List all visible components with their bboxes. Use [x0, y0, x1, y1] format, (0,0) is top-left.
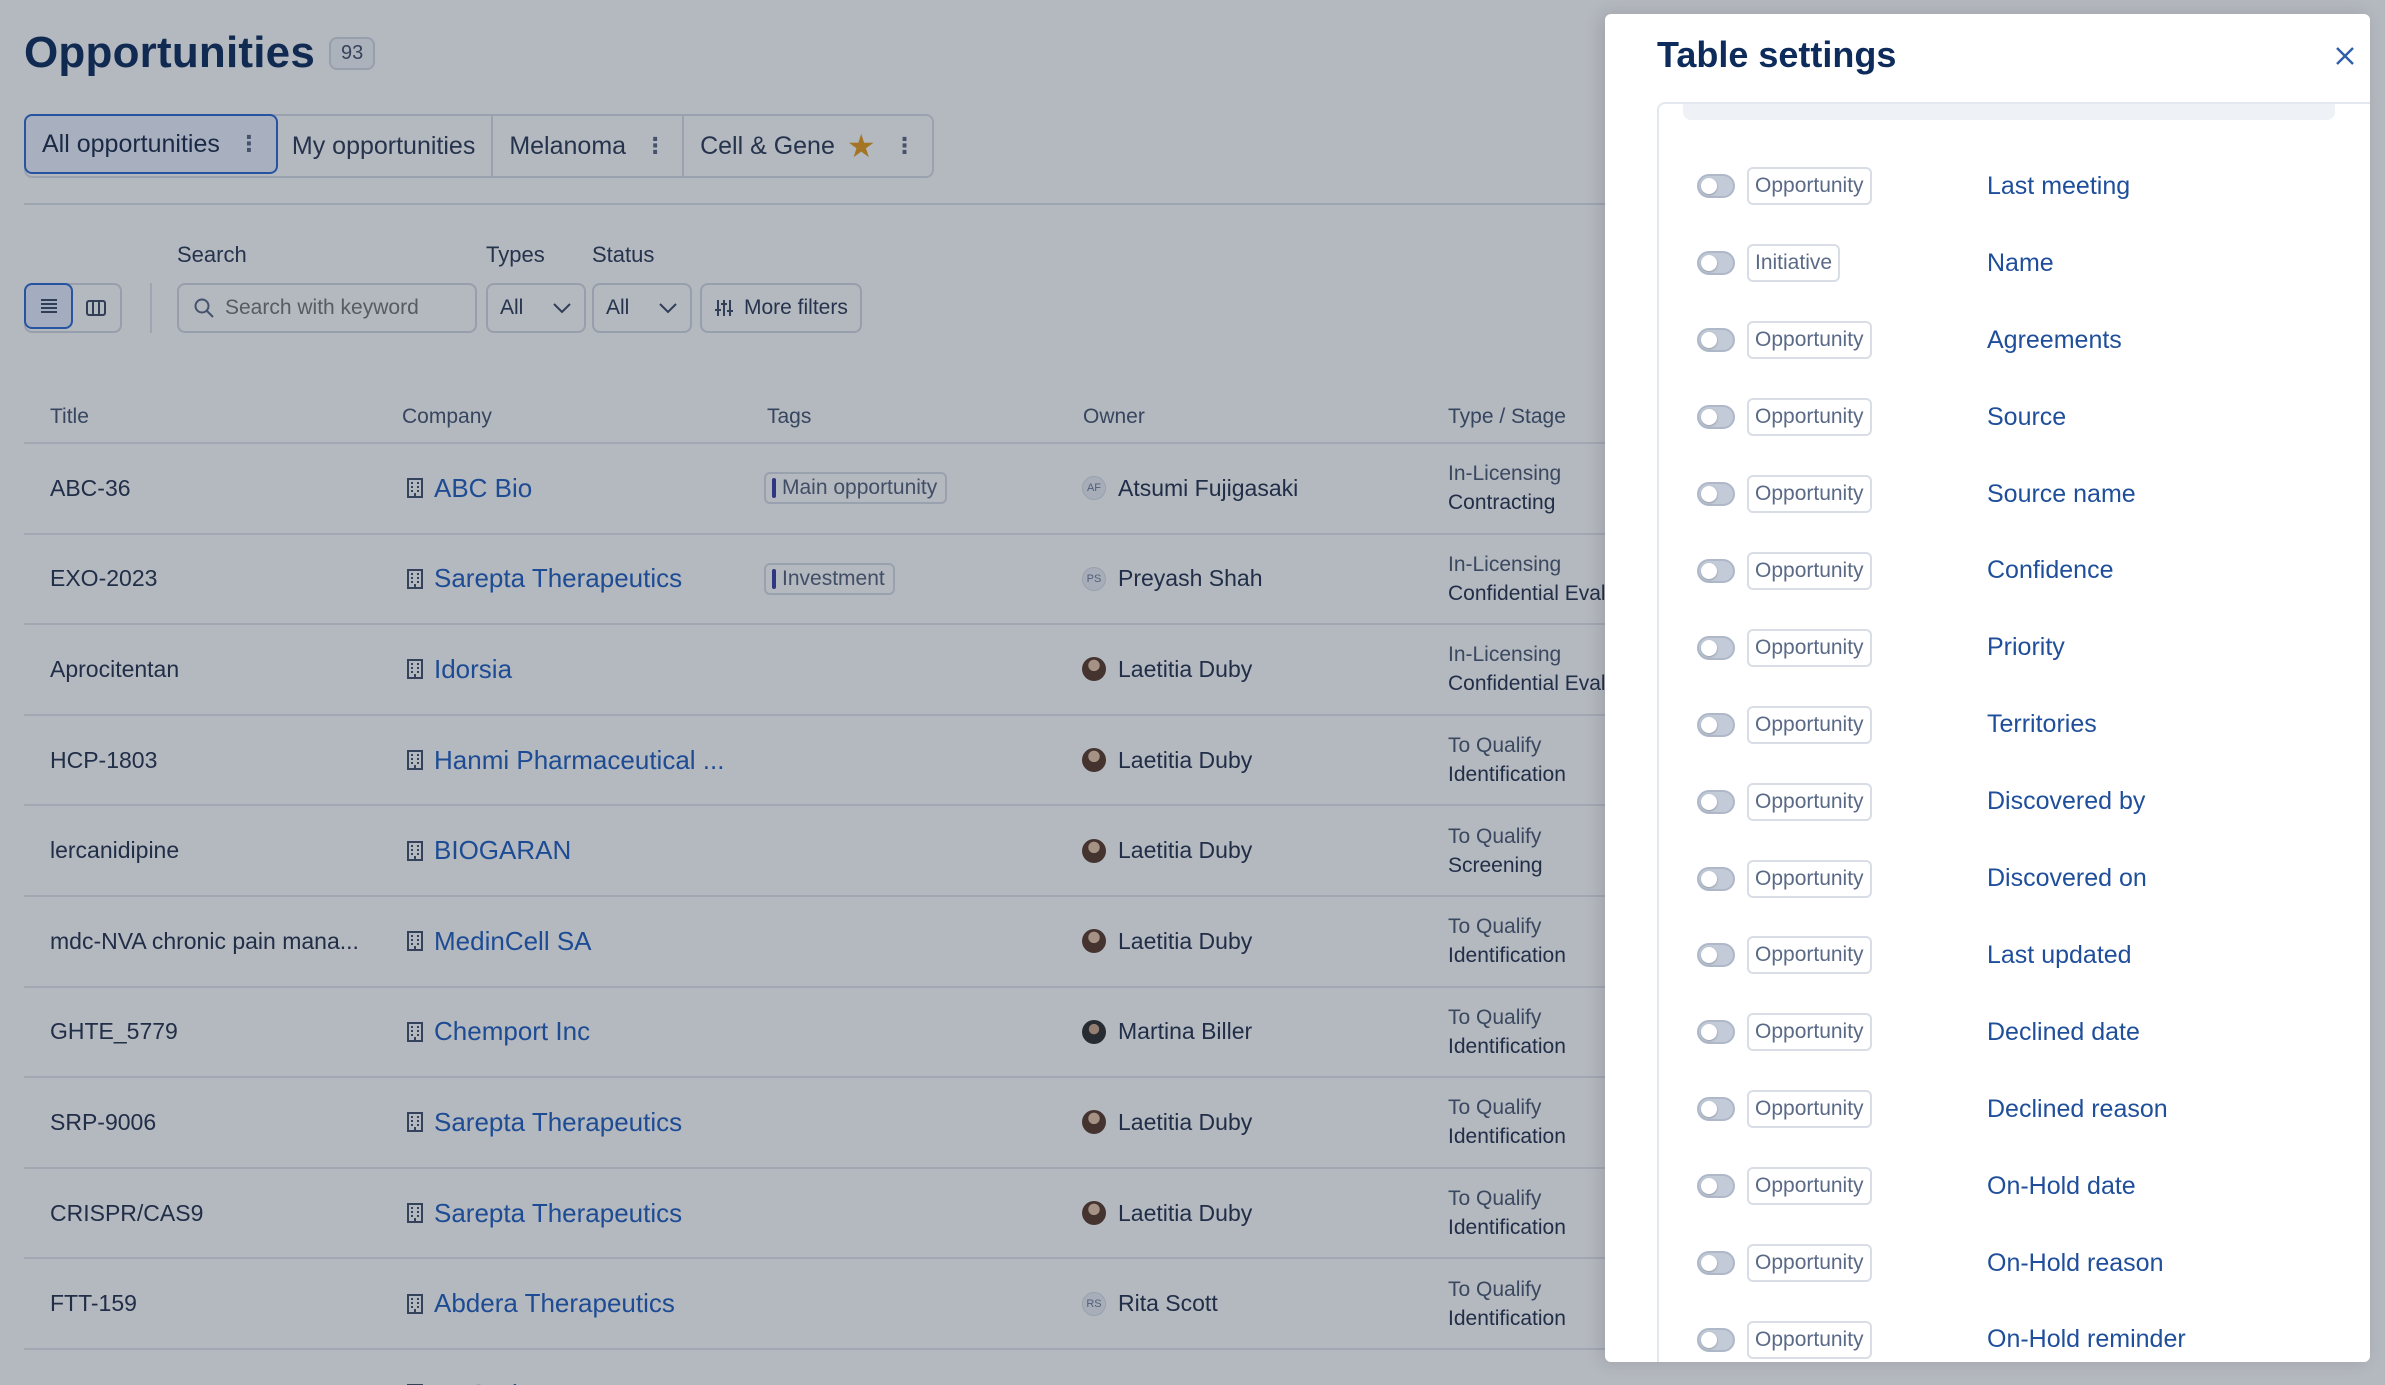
scope-badge: Opportunity	[1747, 321, 1872, 360]
column-visibility-toggle[interactable]	[1697, 1097, 1735, 1122]
close-icon[interactable]	[2327, 38, 2363, 74]
column-visibility-toggle[interactable]	[1697, 328, 1735, 353]
scope-badge: Initiative	[1747, 244, 1841, 283]
scope-badge: Opportunity	[1747, 1090, 1872, 1129]
column-setting-row: Opportunity Declined date	[1659, 994, 2359, 1071]
scope-badge: Opportunity	[1747, 859, 1872, 898]
column-name: Name	[1987, 248, 2054, 277]
column-name: On-Hold reminder	[1987, 1325, 2186, 1354]
column-visibility-toggle[interactable]	[1697, 251, 1735, 276]
column-name: Discovered on	[1987, 864, 2147, 893]
column-visibility-toggle[interactable]	[1697, 1251, 1735, 1276]
column-visibility-toggle[interactable]	[1697, 174, 1735, 199]
scope-badge: Opportunity	[1747, 167, 1872, 206]
scope-badge: Opportunity	[1747, 936, 1872, 975]
column-visibility-toggle[interactable]	[1697, 1174, 1735, 1199]
column-name: Last updated	[1987, 940, 2132, 969]
scope-badge: Opportunity	[1747, 551, 1872, 590]
column-name: Agreements	[1987, 325, 2122, 354]
column-setting-row: Opportunity Declined reason	[1659, 1071, 2359, 1148]
column-visibility-toggle[interactable]	[1697, 482, 1735, 507]
scope-badge: Opportunity	[1747, 1320, 1872, 1359]
column-setting-row: Opportunity Source	[1659, 379, 2359, 456]
column-visibility-toggle[interactable]	[1697, 635, 1735, 660]
scope-badge: Opportunity	[1747, 398, 1872, 437]
column-visibility-toggle[interactable]	[1697, 558, 1735, 583]
column-name: Discovered by	[1987, 787, 2146, 816]
drawer-title: Table settings	[1657, 34, 1897, 75]
settings-list: Opportunity Last meeting Initiative Name Opp…	[1657, 102, 2370, 1362]
table-settings-drawer: Table settings Opportunity Last meeting In…	[1605, 14, 2370, 1362]
column-setting-row: Opportunity On-Hold reminder	[1659, 1302, 2359, 1363]
column-name: Declined reason	[1987, 1094, 2168, 1123]
column-setting-row: Opportunity Source name	[1659, 456, 2359, 533]
column-setting-row: Opportunity On-Hold reason	[1659, 1225, 2359, 1302]
column-visibility-toggle[interactable]	[1697, 1020, 1735, 1045]
column-name: Source name	[1987, 479, 2136, 508]
column-visibility-toggle[interactable]	[1697, 789, 1735, 814]
column-setting-row: Opportunity Confidence	[1659, 533, 2359, 610]
column-name: Priority	[1987, 633, 2065, 662]
column-visibility-toggle[interactable]	[1697, 405, 1735, 430]
scope-badge: Opportunity	[1747, 475, 1872, 514]
column-visibility-toggle[interactable]	[1697, 712, 1735, 737]
scope-badge: Opportunity	[1747, 1013, 1872, 1052]
scope-badge: Opportunity	[1747, 1167, 1872, 1206]
scope-badge: Opportunity	[1747, 705, 1872, 744]
column-visibility-toggle[interactable]	[1697, 943, 1735, 968]
column-name: Last meeting	[1987, 171, 2131, 200]
column-name: Confidence	[1987, 556, 2114, 585]
scope-badge: Opportunity	[1747, 628, 1872, 667]
column-setting-row: Opportunity Territories	[1659, 686, 2359, 763]
column-name: On-Hold reason	[1987, 1248, 2164, 1277]
column-setting-row: Opportunity Discovered by	[1659, 763, 2359, 840]
column-name: Declined date	[1987, 1017, 2140, 1046]
column-visibility-toggle[interactable]	[1697, 1327, 1735, 1352]
column-setting-row: Opportunity Last meeting	[1659, 148, 2359, 225]
column-name: Source	[1987, 402, 2067, 431]
column-setting-row: Opportunity Last updated	[1659, 917, 2359, 994]
column-setting-row: Opportunity On-Hold date	[1659, 1148, 2359, 1225]
column-setting-row: Opportunity Discovered on	[1659, 840, 2359, 917]
column-visibility-toggle[interactable]	[1697, 866, 1735, 891]
panel-topbar	[1683, 104, 2335, 120]
column-setting-row: Opportunity Agreements	[1659, 302, 2359, 379]
column-setting-row: Initiative Name	[1659, 225, 2359, 302]
column-setting-row: Opportunity Priority	[1659, 609, 2359, 686]
scope-badge: Opportunity	[1747, 782, 1872, 821]
column-name: Territories	[1987, 710, 2097, 739]
column-name: On-Hold date	[1987, 1171, 2136, 1200]
scope-badge: Opportunity	[1747, 1244, 1872, 1283]
